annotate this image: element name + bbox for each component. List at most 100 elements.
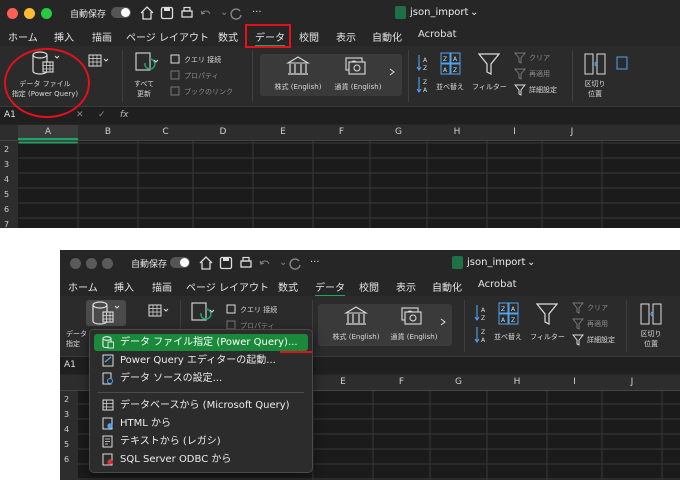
file-name[interactable]: json_import bbox=[467, 257, 525, 268]
print-icon[interactable] bbox=[179, 5, 195, 21]
column-header-h[interactable]: H bbox=[427, 127, 487, 137]
menu-item-from-text-legacy[interactable]: テキストから (レガシ) bbox=[94, 433, 308, 450]
row-header[interactable]: 3 bbox=[0, 160, 18, 169]
flash-fill-icon[interactable] bbox=[616, 56, 628, 70]
stocks-icon[interactable] bbox=[286, 56, 310, 76]
row-header[interactable]: 4 bbox=[0, 175, 18, 184]
file-name[interactable]: json_import bbox=[410, 7, 468, 18]
tab-acrobat[interactable]: Acrobat bbox=[418, 29, 457, 40]
menu-item-from-sql-server-odbc[interactable]: SQL Server ODBC から bbox=[94, 451, 308, 468]
more-commands[interactable]: ··· bbox=[252, 7, 262, 18]
tab-page-layout[interactable]: ページ レイアウト bbox=[186, 279, 269, 294]
name-box[interactable]: A1 bbox=[4, 110, 16, 120]
get-data-icon[interactable] bbox=[90, 300, 120, 328]
sort-icon[interactable]: Z AA Z bbox=[498, 302, 520, 326]
autosave-toggle[interactable] bbox=[111, 7, 131, 18]
column-header-f[interactable]: F bbox=[373, 377, 430, 387]
redo-icon[interactable] bbox=[228, 5, 244, 21]
sort-descending-icon[interactable]: ZA bbox=[474, 326, 488, 344]
row-header[interactable]: 6 bbox=[0, 205, 18, 214]
tab-acrobat[interactable]: Acrobat bbox=[478, 279, 517, 290]
save-icon[interactable] bbox=[218, 255, 234, 271]
menu-item-from-database-ms-query[interactable]: データベースから (Microsoft Query) bbox=[94, 397, 308, 414]
column-header-j[interactable]: J bbox=[602, 377, 662, 387]
stocks-icon[interactable] bbox=[344, 306, 368, 326]
refresh-all-icon[interactable] bbox=[190, 302, 216, 324]
home-icon[interactable] bbox=[198, 255, 214, 271]
tab-formulas[interactable]: 数式 bbox=[218, 29, 238, 44]
row-header[interactable]: 5 bbox=[0, 190, 18, 199]
column-header-j[interactable]: J bbox=[542, 127, 602, 137]
tab-review[interactable]: 校閲 bbox=[359, 279, 379, 294]
column-header-e[interactable]: E bbox=[253, 127, 313, 137]
filter-icon[interactable] bbox=[536, 302, 558, 326]
column-header-e[interactable]: E bbox=[313, 377, 373, 387]
file-name-chevron[interactable]: ⌄ bbox=[527, 257, 535, 268]
reapply-button[interactable]: 再適用 bbox=[587, 319, 608, 329]
menu-item-get-data-power-query[interactable]: データ ファイル指定 (Power Query)... bbox=[94, 334, 308, 351]
queries-connections-button[interactable]: クエリ 接続 bbox=[240, 305, 277, 315]
column-header-g[interactable]: G bbox=[370, 127, 427, 137]
gallery-next-icon[interactable] bbox=[389, 68, 395, 76]
menu-item-from-html[interactable]: HTML から bbox=[94, 415, 308, 432]
advanced-button[interactable]: 詳細設定 bbox=[587, 335, 615, 345]
more-commands[interactable]: ··· bbox=[310, 257, 320, 268]
tab-view[interactable]: 表示 bbox=[336, 29, 356, 44]
tab-insert[interactable]: 挿入 bbox=[114, 279, 134, 294]
sort-ascending-icon[interactable]: AZ bbox=[474, 304, 488, 322]
undo-icon[interactable] bbox=[258, 255, 274, 271]
sort-ascending-icon[interactable]: AZ bbox=[416, 54, 430, 72]
row-header[interactable]: 4 bbox=[60, 425, 78, 434]
tab-page-layout[interactable]: ページ レイアウト bbox=[126, 29, 209, 44]
clear-button[interactable]: クリア bbox=[529, 53, 550, 63]
home-icon[interactable] bbox=[139, 5, 155, 21]
minimize-window-button[interactable] bbox=[24, 8, 35, 19]
menu-item-launch-power-query-editor[interactable]: Power Query エディターの起動... bbox=[94, 352, 308, 369]
menu-item-data-source-settings[interactable]: データ ソースの設定... bbox=[94, 370, 308, 387]
tab-draw[interactable]: 描画 bbox=[92, 29, 112, 44]
tab-review[interactable]: 校閲 bbox=[299, 29, 319, 44]
row-header[interactable]: 3 bbox=[60, 410, 78, 419]
column-header-h[interactable]: H bbox=[487, 377, 547, 387]
column-header-g[interactable]: G bbox=[430, 377, 487, 387]
tab-data[interactable]: データ bbox=[315, 279, 345, 297]
column-header-f[interactable]: F bbox=[313, 127, 370, 137]
cancel-entry-icon[interactable]: ✕ bbox=[76, 110, 84, 120]
tab-formulas[interactable]: 数式 bbox=[278, 279, 298, 294]
print-icon[interactable] bbox=[238, 255, 254, 271]
column-header-c[interactable]: C bbox=[138, 127, 193, 137]
zoom-window-button[interactable] bbox=[102, 258, 113, 269]
row-header[interactable]: 7 bbox=[0, 220, 18, 228]
from-table-icon[interactable] bbox=[88, 54, 110, 68]
advanced-button[interactable]: 詳細設定 bbox=[529, 85, 557, 95]
autosave-toggle[interactable] bbox=[170, 257, 190, 268]
tab-automate[interactable]: 自動化 bbox=[372, 29, 402, 44]
name-box[interactable]: A1 bbox=[64, 360, 76, 370]
close-window-button[interactable] bbox=[7, 8, 18, 19]
tab-draw[interactable]: 描画 bbox=[152, 279, 172, 294]
reapply-button[interactable]: 再適用 bbox=[529, 69, 550, 79]
column-header-i[interactable]: I bbox=[547, 377, 602, 387]
text-to-columns-icon[interactable] bbox=[584, 52, 606, 76]
save-icon[interactable] bbox=[159, 5, 175, 21]
tab-view[interactable]: 表示 bbox=[396, 279, 416, 294]
tab-insert[interactable]: 挿入 bbox=[54, 29, 74, 44]
minimize-window-button[interactable] bbox=[86, 258, 97, 269]
row-header[interactable]: 6 bbox=[60, 455, 78, 464]
text-to-columns-icon[interactable] bbox=[640, 302, 662, 326]
from-table-icon[interactable] bbox=[148, 304, 170, 318]
column-header-a[interactable]: A bbox=[18, 125, 78, 140]
close-window-button[interactable] bbox=[70, 258, 81, 269]
redo-icon[interactable] bbox=[287, 255, 303, 271]
gallery-next-icon[interactable] bbox=[440, 318, 446, 326]
tab-home[interactable]: ホーム bbox=[68, 279, 98, 294]
clear-button[interactable]: クリア bbox=[587, 303, 608, 313]
edit-links-button[interactable]: ブックのリンク bbox=[184, 87, 233, 97]
column-header-d[interactable]: D bbox=[193, 127, 253, 137]
currencies-icon[interactable] bbox=[344, 56, 366, 76]
filter-icon[interactable] bbox=[478, 52, 500, 76]
row-header[interactable]: 2 bbox=[0, 145, 18, 154]
insert-function-icon[interactable]: fx bbox=[120, 110, 129, 120]
queries-connections-button[interactable]: クエリ 接続 bbox=[184, 55, 221, 65]
undo-icon[interactable] bbox=[199, 5, 215, 21]
